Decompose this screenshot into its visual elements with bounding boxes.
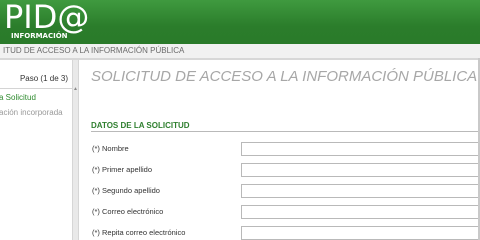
nombre-input[interactable] <box>241 142 480 156</box>
repita-correo-label: (*) Repita correo electrónico <box>92 228 186 237</box>
repita-correo-input[interactable] <box>241 226 480 240</box>
step-indicator: Paso (1 de 3) <box>19 74 68 83</box>
correo-input[interactable] <box>241 205 480 219</box>
section-title: DATOS DE LA SOLICITUD <box>91 121 190 130</box>
steps-sidebar: Paso (1 de 3) a Solicitud ación incorpor… <box>0 60 72 240</box>
scroll-up-arrow-icon[interactable]: ▲ <box>73 86 78 92</box>
nombre-label: (*) Nombre <box>92 144 129 153</box>
sidebar-divider <box>0 88 72 89</box>
segundo-apellido-input[interactable] <box>241 184 480 198</box>
segundo-apellido-label: (*) Segundo apellido <box>92 186 160 195</box>
breadcrumb: ITUD DE ACCESO A LA INFORMACIÓN PÚBLICA <box>3 46 185 55</box>
sidebar-item-solicitud[interactable]: a Solicitud <box>0 93 36 103</box>
breadcrumb-bar: ITUD DE ACCESO A LA INFORMACIÓN PÚBLICA <box>0 44 480 60</box>
logo[interactable]: PID@ <box>4 0 89 36</box>
sidebar-item-documentacion[interactable]: ación incorporada <box>0 108 63 118</box>
page-title: SOLICITUD DE ACCESO A LA INFORMACIÓN PÚB… <box>91 68 480 85</box>
primer-apellido-label: (*) Primer apellido <box>92 165 153 174</box>
sidebar-scrollbar[interactable]: ▲ <box>72 60 79 240</box>
primer-apellido-input[interactable] <box>241 163 480 177</box>
section-divider <box>91 131 480 132</box>
correo-label: (*) Correo electrónico <box>92 207 164 216</box>
logo-subtitle: INFORMACIÓN <box>11 32 68 40</box>
app-header: PID@ INFORMACIÓN <box>0 0 480 44</box>
